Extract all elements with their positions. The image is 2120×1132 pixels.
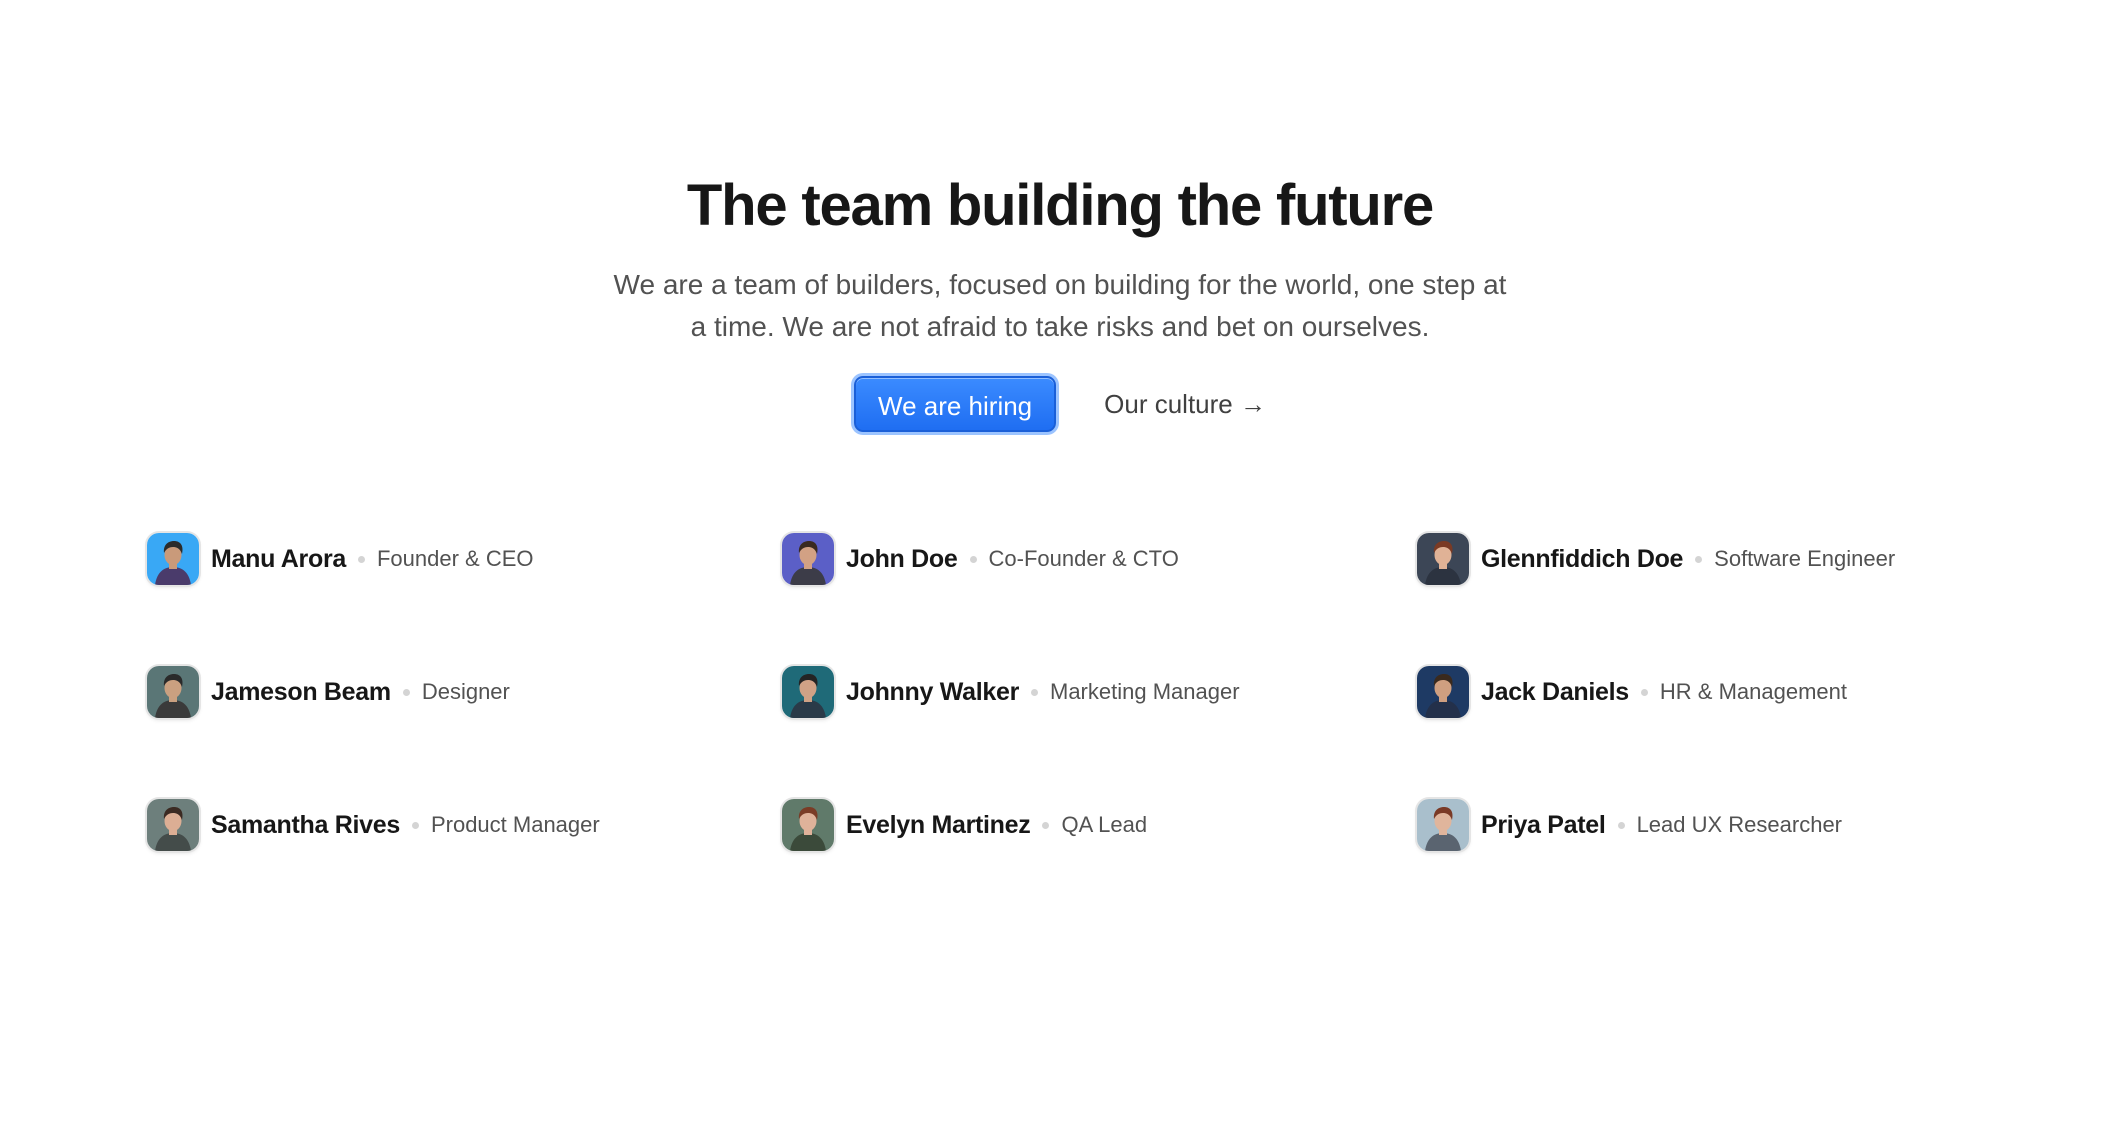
separator-dot [411,821,419,829]
team-member: Samantha Rives Product Manager [147,798,782,852]
person-icon [1417,799,1469,851]
person-icon [147,799,199,851]
separator-dot [357,555,365,563]
team-member: John Doe Co-Founder & CTO [782,532,1417,586]
person-icon [147,533,199,585]
team-member: Evelyn Martinez QA Lead [782,798,1417,852]
member-role: Marketing Manager [1050,679,1240,704]
avatar [1417,666,1469,718]
person-icon [782,666,834,718]
avatar [782,666,834,718]
member-role: Software Engineer [1714,546,1896,571]
separator-dot [969,555,977,563]
member-role: Lead UX Researcher [1636,812,1843,837]
person-icon [1417,533,1469,585]
separator-dot [1695,555,1703,563]
member-role: HR & Management [1659,679,1847,704]
separator-dot [402,688,410,696]
team-member: Jack Daniels HR & Management [1417,665,2052,719]
hero-actions: We are hiring Our culture → [0,376,2120,432]
person-icon [1417,666,1469,718]
separator-dot [1617,821,1625,829]
person-icon [782,799,834,851]
avatar [1417,799,1469,851]
member-name: Jack Daniels [1481,677,1629,706]
avatar [147,799,199,851]
member-role: Co-Founder & CTO [988,546,1179,571]
member-role: Product Manager [430,812,600,837]
member-name: Priya Patel [1481,810,1606,839]
culture-link[interactable]: Our culture → [1104,389,1266,420]
team-member: Glennfiddich Doe Software Engineer [1417,532,2052,586]
member-name: Johnny Walker [846,677,1019,706]
member-name: John Doe [846,544,958,573]
person-icon [782,533,834,585]
page-subtitle: We are a team of builders, focused on bu… [613,269,1507,342]
avatar [147,533,199,585]
hiring-button[interactable]: We are hiring [854,376,1057,432]
member-role: Founder & CEO [376,546,534,571]
separator-dot [1042,821,1050,829]
member-name: Glennfiddich Doe [1481,544,1684,573]
member-name: Evelyn Martinez [846,810,1031,839]
member-role: Designer [421,679,510,704]
avatar [1417,533,1469,585]
separator-dot [1640,688,1648,696]
hero-section: The team building the future We are a te… [0,170,2120,432]
team-member: Johnny Walker Marketing Manager [782,665,1417,719]
team-member: Priya Patel Lead UX Researcher [1417,798,2052,852]
page-title: The team building the future [686,173,1434,238]
team-member: Manu Arora Founder & CEO [147,532,782,586]
person-icon [147,666,199,718]
avatar [782,799,834,851]
member-name: Manu Arora [211,544,346,573]
avatar [782,533,834,585]
member-name: Jameson Beam [211,677,391,706]
team-grid: Manu Arora Founder & CEO John Doe Co-Fou… [147,532,2052,931]
separator-dot [1031,688,1038,696]
team-member: Jameson Beam Designer [147,665,782,719]
member-role: QA Lead [1061,812,1148,837]
avatar [147,666,199,718]
member-name: Samantha Rives [211,810,400,839]
